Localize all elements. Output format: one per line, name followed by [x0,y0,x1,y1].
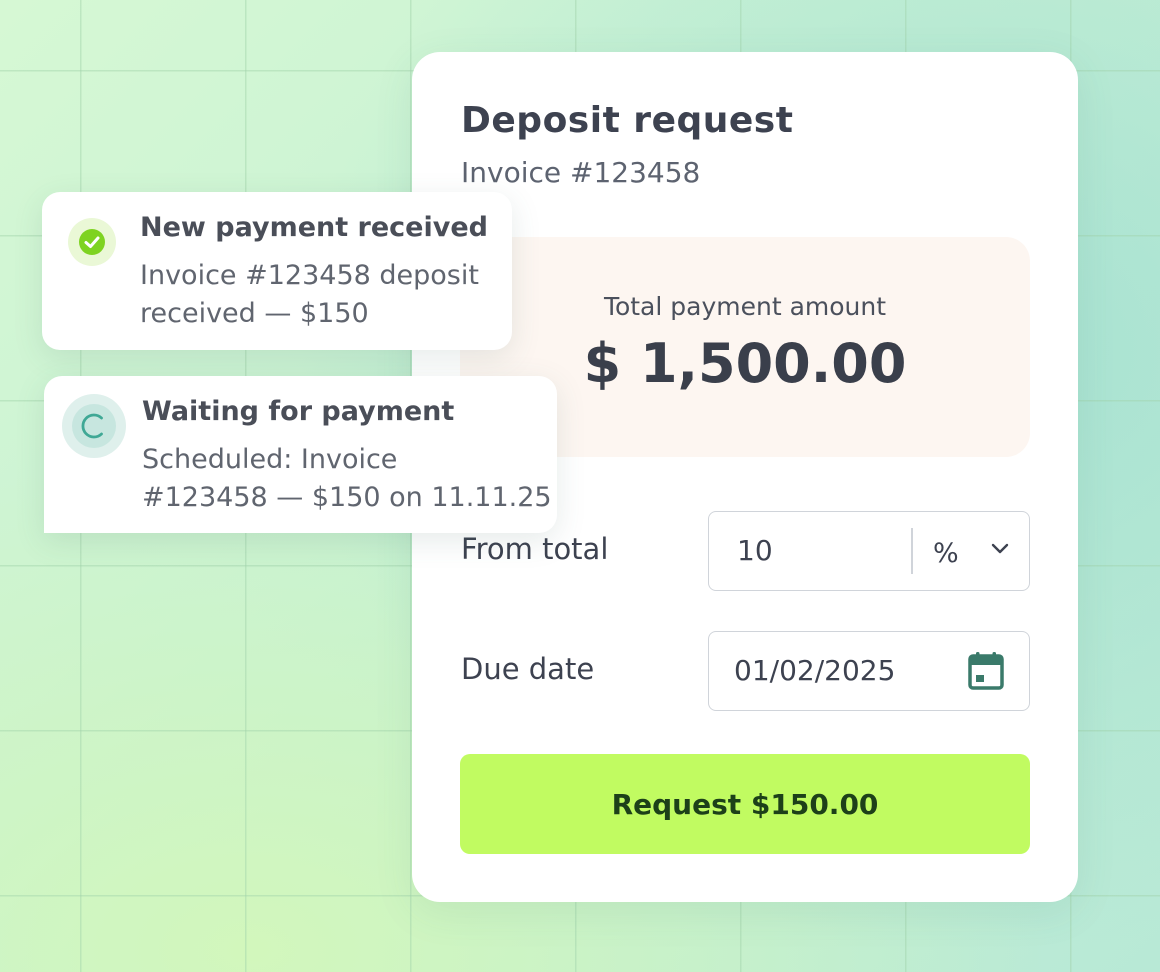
due-date-label: Due date [461,652,595,686]
input-divider [911,528,913,574]
from-total-input[interactable]: 10 % [708,511,1030,591]
notification-body-line-2: #123458 — $150 on 11.11.25 [142,482,552,513]
due-date-input[interactable]: 01/02/2025 [708,631,1030,711]
card-title: Deposit request [461,100,794,141]
from-total-label: From total [461,532,609,566]
invoice-number: Invoice #123458 [461,156,701,189]
due-date-value[interactable]: 01/02/2025 [734,654,895,687]
calendar-icon[interactable] [967,651,1005,691]
notification-title: Waiting for payment [142,396,455,427]
notification-body-line-1: Invoice #123458 deposit [140,260,479,291]
notification-title: New payment received [140,212,488,243]
from-total-value[interactable]: 10 [737,534,773,567]
notification-body-line-2: received — $150 [140,298,369,329]
waiting-payment-notification[interactable]: Waiting for payment Scheduled: Invoice #… [44,376,557,533]
chevron-down-icon[interactable] [989,538,1011,560]
check-circle-icon [68,218,116,266]
notification-body-line-1: Scheduled: Invoice [142,444,398,475]
unit-select[interactable]: % [933,538,959,569]
spinner-icon [62,394,126,458]
total-payment-label: Total payment amount [603,292,887,321]
payment-received-notification[interactable]: New payment received Invoice #123458 dep… [42,192,512,350]
request-button[interactable]: Request $150.00 [460,754,1030,854]
